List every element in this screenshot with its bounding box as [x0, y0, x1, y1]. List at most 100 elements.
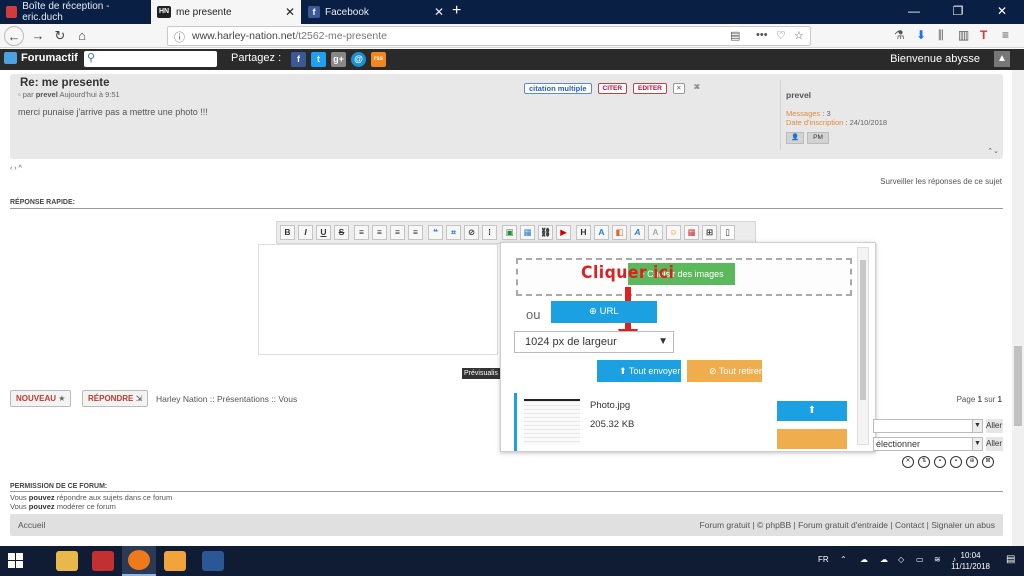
go-button-1[interactable]: Aller	[986, 419, 1003, 433]
multi-quote-button[interactable]: citation multiple	[524, 83, 592, 94]
split-topic-icon[interactable]: ⊕	[966, 456, 978, 468]
link-icon[interactable]: ⛓	[538, 225, 553, 240]
clock[interactable]: 10:04 11/11/2018	[951, 550, 990, 572]
new-tab-icon[interactable]: +	[452, 2, 461, 20]
table-icon[interactable]: ⊞	[702, 225, 717, 240]
pm-button[interactable]: PM	[807, 132, 829, 144]
breadcrumb[interactable]: Harley Nation :: Présentations :: Vous	[156, 394, 297, 404]
network-icon[interactable]: ☁	[860, 555, 868, 564]
maximize-icon[interactable]: ❐	[936, 0, 980, 24]
close-icon[interactable]: ✕	[434, 5, 444, 19]
quote-button[interactable]: CITER	[597, 83, 628, 94]
pocket-icon[interactable]: ♡	[776, 29, 786, 42]
reply-textarea[interactable]	[258, 244, 498, 355]
font-size-icon[interactable]: A	[594, 225, 609, 240]
page-actions-icon[interactable]: •••	[756, 29, 768, 41]
minimize-icon[interactable]: —	[892, 0, 936, 24]
tab-facebook[interactable]: f Facebook ✕	[302, 0, 450, 24]
remove-all-button[interactable]: ⊘ Tout retirer	[687, 360, 762, 382]
window-close-icon[interactable]: ✕	[980, 0, 1024, 24]
preview-button[interactable]: Prévisualis	[462, 368, 500, 379]
battery-icon[interactable]: ▭	[916, 555, 924, 564]
reload-icon[interactable]: ↻	[50, 26, 70, 46]
file-explorer-icon[interactable]	[50, 546, 84, 576]
delete-topic-icon[interactable]: ✕	[902, 456, 914, 468]
align-right-icon[interactable]: ≡	[390, 225, 405, 240]
date-icon[interactable]: ▦	[684, 225, 699, 240]
smiley-icon[interactable]: ☺	[666, 225, 681, 240]
twitter-share-icon[interactable]: t	[311, 52, 326, 67]
profile-icon[interactable]: 👤	[786, 132, 804, 144]
cloud-icon[interactable]: ☁	[880, 555, 888, 564]
jump-select-2[interactable]: électionner ▼	[873, 437, 983, 451]
close-icon[interactable]: ✕	[285, 5, 295, 19]
watch-topic-link[interactable]: Surveiller les réponses de ce sujet	[880, 177, 1002, 186]
language-indicator[interactable]: FR	[818, 555, 829, 564]
heading-button[interactable]: H	[576, 225, 591, 240]
sidebar-icon[interactable]: ▥	[958, 28, 969, 42]
chevron-up-icon[interactable]: ⌃	[840, 555, 847, 564]
new-topic-button[interactable]: NOUVEAU ★	[10, 390, 72, 407]
delete-icon[interactable]: ✕	[672, 83, 685, 94]
forward-icon[interactable]: →	[28, 26, 48, 46]
address-bar[interactable]: ⓘ www.harley-nation.net/t2562-me-present…	[167, 26, 811, 46]
footer-links[interactable]: Forum gratuit | © phpBB | Forum gratuit …	[700, 520, 995, 530]
welcome-user[interactable]: Bienvenue abysse	[890, 53, 980, 65]
forum-search-input[interactable]: ⚲	[84, 51, 217, 67]
font-icon[interactable]: A	[630, 225, 645, 240]
facebook-share-icon[interactable]: f	[291, 52, 306, 67]
t-extension-icon[interactable]: T	[980, 28, 987, 42]
google-plus-share-icon[interactable]: g+	[331, 52, 346, 67]
quote-icon[interactable]: ❝	[428, 225, 443, 240]
outlook-icon[interactable]	[158, 546, 192, 576]
lock-topic-icon[interactable]: ▪	[934, 456, 946, 468]
strike-button[interactable]: S	[334, 225, 349, 240]
align-left-icon[interactable]: ≡	[354, 225, 369, 240]
forumactif-logo[interactable]: Forumactif	[4, 52, 78, 64]
underline-button[interactable]: U	[316, 225, 331, 240]
info-icon[interactable]: ⓘ	[174, 29, 185, 45]
align-center-icon[interactable]: ≡	[372, 225, 387, 240]
code-icon[interactable]: ⌗	[446, 225, 461, 240]
youtube-icon[interactable]: ▶	[556, 225, 571, 240]
reply-button[interactable]: RÉPONDRE ⇲	[82, 390, 149, 407]
post-title[interactable]: Re: me presente	[20, 77, 109, 89]
wifi-icon[interactable]: ≋	[934, 555, 941, 564]
jump-select-1[interactable]: ▼	[873, 419, 983, 433]
url-button[interactable]: ⊕ URL	[551, 301, 657, 323]
dropbox-icon[interactable]: ◇	[898, 555, 904, 564]
ip-icon[interactable]: ⌘	[691, 83, 703, 94]
tab-me-presente[interactable]: HN me presente ✕	[151, 0, 301, 24]
home-icon[interactable]: ⌂	[72, 26, 92, 46]
italic-button[interactable]: I	[298, 225, 313, 240]
justify-icon[interactable]: ≡	[408, 225, 423, 240]
back-icon[interactable]: ←	[4, 26, 24, 46]
go-button-2[interactable]: Aller	[986, 437, 1003, 451]
topic-nav-icon[interactable]: ‹ › ^	[10, 165, 22, 172]
upload-file-icon[interactable]: ⬆	[777, 401, 847, 421]
color-icon[interactable]: ◧	[612, 225, 627, 240]
merge-topic-icon[interactable]: ⊠	[982, 456, 994, 468]
source-mode-icon[interactable]: ▯	[720, 225, 735, 240]
rss-icon[interactable]: rss	[371, 52, 386, 67]
home-link[interactable]: Accueil	[18, 520, 45, 530]
library-icon[interactable]: ⫼	[938, 28, 944, 43]
page-scrollbar[interactable]	[1012, 70, 1024, 546]
lock-icon[interactable]: ▪	[950, 456, 962, 468]
security-app-icon[interactable]	[86, 546, 120, 576]
firefox-icon[interactable]	[122, 546, 156, 576]
spoiler-icon[interactable]: ⁞	[482, 225, 497, 240]
reader-icon[interactable]: ▤	[730, 29, 740, 42]
hide-icon[interactable]: ⊘	[464, 225, 479, 240]
email-share-icon[interactable]: @	[351, 52, 366, 67]
notifications-icon[interactable]: ▤	[1006, 554, 1015, 565]
edit-button[interactable]: EDITER	[633, 83, 667, 94]
scroll-top-icon[interactable]: ▲	[994, 51, 1010, 67]
author-name[interactable]: prevel	[786, 90, 811, 100]
download-icon[interactable]: ⬇	[916, 28, 926, 42]
bookmark-star-icon[interactable]: ☆	[794, 29, 804, 42]
tab-inbox[interactable]: Boîte de réception - eric.duch	[0, 0, 150, 24]
host-image-icon[interactable]: ▦	[520, 225, 535, 240]
menu-icon[interactable]: ≡	[1002, 28, 1009, 42]
word-icon[interactable]	[196, 546, 230, 576]
